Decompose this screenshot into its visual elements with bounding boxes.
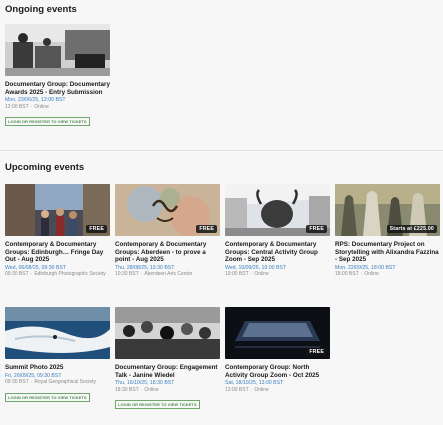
event-card-storytelling[interactable]: Starts at £225.00 RPS: Documentary Proje… <box>335 184 440 278</box>
event-card-documentary-awards[interactable]: Documentary Group: Documentary Awards 20… <box>5 24 110 128</box>
event-title[interactable]: Documentary Group: Engagement Talk - Jan… <box>115 364 220 379</box>
event-meta: 09:30 BST · Royal Geographical Society <box>5 379 110 385</box>
event-date: Wed, 06/08/25, 09:30 BST <box>5 264 67 271</box>
view-tickets-link[interactable]: LOGIN OR REGISTER TO VIEW TICKETS <box>5 392 90 402</box>
event-meta: 12:00 BST · Online <box>5 104 110 110</box>
separator-dot: · <box>30 379 33 386</box>
separator-dot: · <box>360 271 363 278</box>
event-title[interactable]: RPS: Documentary Project on Storytelling… <box>335 241 440 264</box>
event-date: Mon, 23/06/25, 12:00 BST <box>5 97 66 104</box>
event-thumbnail[interactable] <box>115 307 220 359</box>
ongoing-events-heading: Ongoing events <box>5 4 77 15</box>
upcoming-events-heading: Upcoming events <box>5 162 85 173</box>
price-badge: FREE <box>86 225 107 233</box>
event-location: Online <box>144 386 159 393</box>
event-title[interactable]: Contemporary Group: North Activity Group… <box>225 364 330 379</box>
event-date: Mon, 22/09/25, 18:00 BST <box>335 264 396 271</box>
event-thumbnail[interactable]: FREE <box>115 184 220 236</box>
view-tickets-link[interactable]: LOGIN OR REGISTER TO VIEW TICKETS <box>5 117 90 127</box>
event-date: Thu, 28/08/25, 10:30 BST <box>115 264 175 271</box>
event-time: 18:30 BST <box>115 386 139 393</box>
event-card-engagement-talk[interactable]: Documentary Group: Engagement Talk - Jan… <box>115 307 220 411</box>
view-tickets-link[interactable]: LOGIN OR REGISTER TO VIEW TICKETS <box>115 400 200 410</box>
event-date: Fri, 26/09/25, 09:30 BST <box>5 372 62 379</box>
event-date: Thu, 16/10/25, 18:30 BST <box>115 380 175 387</box>
event-title[interactable]: Contemporary & Documentary Groups: Edinb… <box>5 241 110 264</box>
separator-dot: · <box>30 271 33 278</box>
event-title[interactable]: Contemporary & Documentary Groups: Aberd… <box>115 241 220 264</box>
event-time: 18:00 BST <box>335 271 359 278</box>
event-location: Royal Geographical Society <box>34 379 97 386</box>
event-time: 19:00 BST <box>225 271 249 278</box>
price-badge: FREE <box>306 225 327 233</box>
event-meta: 10:30 BST · Aberdeen Arts Centre <box>115 271 220 277</box>
event-time: 10:30 BST <box>115 271 139 278</box>
event-thumbnail[interactable]: FREE <box>5 184 110 236</box>
price-badge: FREE <box>196 225 217 233</box>
event-meta: 18:00 BST · Online <box>335 271 440 277</box>
event-location: Online <box>364 271 379 278</box>
event-title[interactable]: Summit Photo 2025 <box>5 364 110 372</box>
event-date: Wed, 10/09/25, 19:00 BST <box>225 264 287 271</box>
event-thumbnail[interactable]: FREE <box>225 307 330 359</box>
event-time: 09:30 BST <box>5 379 29 386</box>
event-time: 13:00 BST <box>225 386 249 393</box>
separator-dot: · <box>140 386 143 393</box>
event-location: Online <box>34 103 49 110</box>
event-thumbnail[interactable] <box>5 24 110 76</box>
event-location: Aberdeen Arts Centre <box>144 271 193 278</box>
event-title[interactable]: Documentary Group: Documentary Awards 20… <box>5 81 110 96</box>
crowd-bw-image <box>115 307 220 359</box>
event-meta: 19:00 BST · Online <box>225 271 330 277</box>
separator-dot: · <box>140 271 143 278</box>
event-location: Online <box>254 386 269 393</box>
event-thumbnail[interactable] <box>5 307 110 359</box>
event-card-edinburgh-fringe[interactable]: FREE Contemporary & Documentary Groups: … <box>5 184 110 278</box>
price-badge: FREE <box>306 348 327 356</box>
ice-landscape-image <box>5 307 110 359</box>
event-meta: 09:30 BST · Edinburgh Photographic Society <box>5 271 110 277</box>
event-meta: 13:00 BST · Online <box>225 387 330 393</box>
archive-photo-image <box>5 24 110 76</box>
event-time: 12:00 BST <box>5 103 29 110</box>
event-location: Online <box>254 271 269 278</box>
event-time: 09:30 BST <box>5 271 29 278</box>
event-card-north-zoom[interactable]: FREE Contemporary Group: North Activity … <box>225 307 330 393</box>
event-title[interactable]: Contemporary & Documentary Groups: Centr… <box>225 241 330 264</box>
separator-dot: · <box>30 103 33 110</box>
event-card-central-zoom[interactable]: FREE Contemporary & Documentary Groups: … <box>225 184 330 278</box>
separator-dot: · <box>250 271 253 278</box>
event-thumbnail[interactable]: FREE <box>225 184 330 236</box>
event-thumbnail[interactable]: Starts at £225.00 <box>335 184 440 236</box>
separator-dot: · <box>250 386 253 393</box>
event-card-aberdeen[interactable]: FREE Contemporary & Documentary Groups: … <box>115 184 220 278</box>
event-meta: 18:30 BST · Online <box>115 387 220 393</box>
event-card-summit-photo[interactable]: Summit Photo 2025 Fri, 26/09/25, 09:30 B… <box>5 307 110 404</box>
event-date: Sat, 18/10/25, 13:00 BST <box>225 380 284 387</box>
price-badge: Starts at £225.00 <box>386 225 437 233</box>
section-divider <box>0 150 443 151</box>
event-location: Edinburgh Photographic Society <box>34 271 106 278</box>
